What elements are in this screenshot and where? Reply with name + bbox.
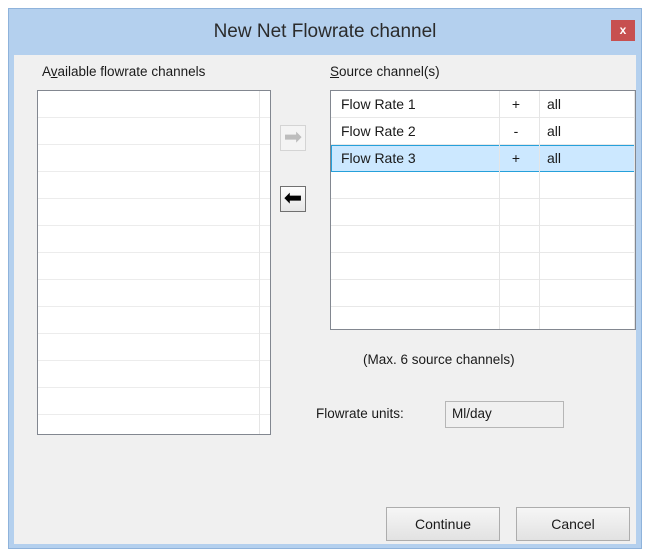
dialog-title: New Net Flowrate channel (213, 21, 437, 42)
dialog-window: New Net Flowrate channel x Available flo… (8, 8, 642, 549)
list-item (38, 280, 270, 307)
channel-scope: all (547, 150, 562, 166)
list-item (38, 118, 270, 145)
list-item (38, 145, 270, 172)
channel-sign: + (511, 150, 521, 166)
flowrate-units-label: Flowrate units: (316, 406, 404, 421)
source-channels-list[interactable]: Flow Rate 1 + all Flow Rate 2- all Flow Rate … (330, 90, 636, 330)
cancel-button[interactable]: Cancel (516, 507, 630, 541)
title-bar[interactable]: New Net Flowrate channel x (9, 9, 641, 54)
table-row[interactable]: Flow Rate 2 - all (331, 118, 635, 145)
dialog-body: Available flowrate channels ➡ ⬅ Source c… (14, 55, 636, 544)
channel-sign: - (513, 123, 519, 139)
continue-button[interactable]: Continue (386, 507, 500, 541)
list-item (38, 172, 270, 199)
list-item (38, 91, 270, 118)
channel-name: Flow Rate 3 (341, 150, 416, 166)
column-divider (499, 91, 500, 329)
available-channels-label: Available flowrate channels (42, 64, 206, 79)
add-channel-button[interactable]: ➡ (280, 125, 306, 151)
available-channels-list[interactable] (37, 90, 271, 435)
table-row (331, 280, 635, 307)
channel-scope: all (547, 96, 562, 112)
remove-channel-button[interactable]: ⬅ (280, 186, 306, 212)
column-divider (259, 91, 260, 434)
column-divider (634, 91, 635, 329)
channel-scope: all (547, 123, 562, 139)
list-item (38, 253, 270, 280)
list-item (38, 307, 270, 334)
arrow-left-icon: ⬅ (283, 185, 303, 210)
list-item (38, 415, 270, 434)
list-item (38, 334, 270, 361)
table-row (331, 226, 635, 253)
table-row (331, 253, 635, 280)
source-channels-label: Source channel(s) (330, 64, 440, 79)
list-item (38, 388, 270, 415)
channel-name: Flow Rate 1 (341, 96, 416, 112)
list-item (38, 226, 270, 253)
column-divider (539, 91, 540, 329)
list-item (38, 199, 270, 226)
table-row (331, 199, 635, 226)
channel-name: Flow Rate 2 (341, 123, 416, 139)
close-button[interactable]: x (611, 20, 635, 41)
channel-sign: + (511, 96, 521, 112)
list-item (38, 361, 270, 388)
arrow-right-icon: ➡ (283, 124, 303, 149)
flowrate-units-field[interactable]: Ml/day (445, 401, 564, 428)
close-icon: x (619, 23, 627, 37)
table-row[interactable]: Flow Rate 1 + all (331, 91, 635, 118)
table-row (331, 172, 635, 199)
table-row[interactable]: Flow Rate 3 + all (331, 145, 635, 172)
max-channels-note: (Max. 6 source channels) (363, 352, 515, 367)
